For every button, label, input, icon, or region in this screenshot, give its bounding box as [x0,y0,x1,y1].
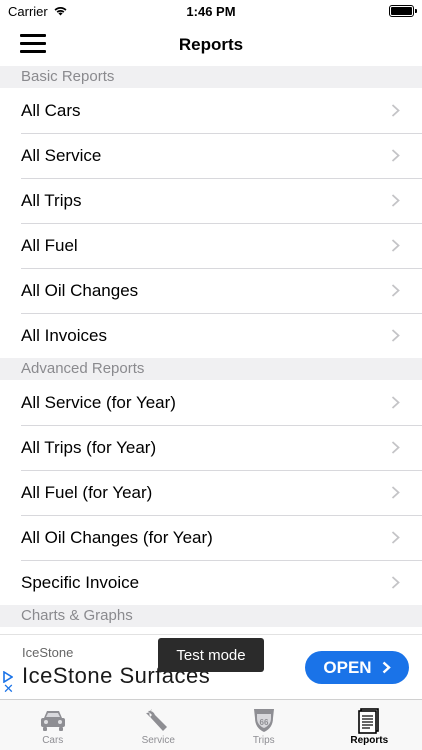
chevron-right-icon [391,104,400,117]
chevron-right-icon [391,329,400,342]
tab-service[interactable]: Service [106,700,212,750]
report-row-label: All Trips (for Year) [21,437,157,457]
report-row[interactable]: All Trips [0,178,422,223]
tab-label-trips: Trips [252,735,275,746]
tab-cars[interactable]: Cars [0,700,106,750]
page-title: Reports [178,35,244,54]
chevron-right-icon [391,576,400,589]
chevron-right-icon [382,661,391,674]
status-bar: Carrier 1:46 PM [0,0,422,22]
section-header: Charts & Graphs [0,605,422,627]
tab-reports[interactable]: Reports [317,700,422,750]
report-row-label: All Fuel [21,235,78,255]
report-icon [358,708,380,734]
chevron-right-icon [391,531,400,544]
section-header: Basic Reports [0,66,422,88]
reports-list: Basic Reports All Cars All Service All Trip… [0,66,422,627]
report-row-label: Specific Invoice [21,572,140,592]
tab-label-cars: Cars [42,735,64,746]
report-row[interactable]: All Oil Changes (for Year) [0,515,422,560]
ad-open-button[interactable]: OPEN [305,651,409,684]
section-rows: All Cars All Service All Trips All Fuel All … [0,88,422,358]
report-row-label: All Invoices [21,325,107,345]
report-row-label: All Trips [21,190,82,210]
chevron-right-icon [391,486,400,499]
clock: 1:46 PM [186,4,236,19]
section-rows: All Service (for Year) All Trips (for Yea… [0,380,422,605]
ad-advertiser: IceStone [22,645,74,660]
report-row[interactable]: All Trips (for Year) [0,425,422,470]
tab-trips[interactable]: 66 Trips [211,700,317,750]
report-row[interactable]: All Invoices [0,313,422,358]
route-66-icon: 66 [253,709,274,732]
chevron-right-icon [391,194,400,207]
report-row[interactable]: All Cars [0,88,422,133]
navigation-bar: Reports [0,22,422,66]
report-row-label: All Fuel (for Year) [21,482,153,502]
tab-label-service: Service [141,735,175,746]
battery-icon [389,5,417,17]
close-icon[interactable]: ✕ [3,682,14,695]
report-row-label: All Oil Changes (for Year) [21,527,213,547]
test-mode-badge: Test mode [158,638,264,672]
report-row-label: All Oil Changes [21,280,139,300]
car-icon [40,711,65,731]
chevron-right-icon [391,149,400,162]
report-row-label: All Service [21,145,102,165]
chevron-right-icon [391,396,400,409]
report-row[interactable]: All Fuel (for Year) [0,470,422,515]
report-row[interactable]: All Fuel [0,223,422,268]
report-row[interactable]: All Service (for Year) [0,380,422,425]
chevron-right-icon [391,284,400,297]
tab-label-reports: Reports [350,735,389,746]
report-row[interactable]: All Oil Changes [0,268,422,313]
report-row-label: All Cars [21,100,81,120]
report-row-label: All Service (for Year) [21,392,176,412]
tab-bar: Cars Service 66 Trips Reports [0,699,422,750]
report-row[interactable]: All Service [0,133,422,178]
report-row[interactable]: Specific Invoice [0,560,422,605]
section-header: Advanced Reports [0,358,422,380]
chevron-right-icon [391,441,400,454]
ad-open-label: OPEN [323,657,372,677]
chevron-right-icon [391,239,400,252]
wrench-icon [146,709,168,731]
svg-text:66: 66 [259,718,268,727]
